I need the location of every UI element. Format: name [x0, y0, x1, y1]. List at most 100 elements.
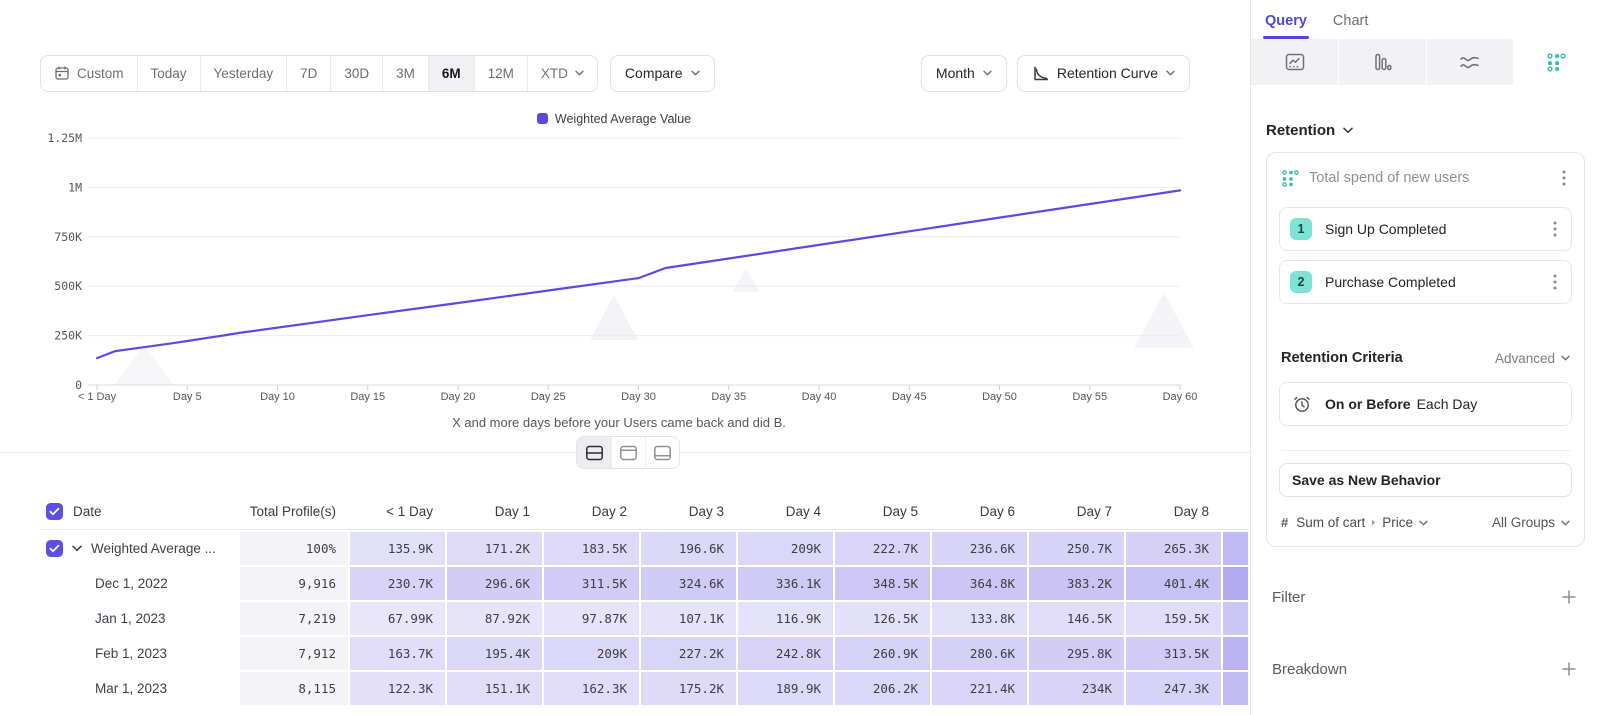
retention-value-cell[interactable]: 183.5K — [542, 532, 639, 565]
retention-value-cell[interactable]: 296.6K — [445, 567, 542, 600]
retention-value-cell[interactable]: 195.4K — [445, 637, 542, 670]
retention-value-cell[interactable]: 97.87K — [542, 602, 639, 635]
granularity-button[interactable]: Month — [921, 55, 1007, 92]
retention-value-cell[interactable]: 206.2K — [833, 672, 930, 705]
retention-value-cell[interactable]: 159.5K — [1124, 602, 1221, 635]
retention-line-chart[interactable]: 0250K500K750K1M1.25M< 1 DayDay 5Day 10Da… — [34, 130, 1204, 406]
retention-value-cell[interactable]: 189.9K — [736, 672, 833, 705]
retention-value-cell[interactable]: 209K — [736, 532, 833, 565]
toolbar-left-group: CustomTodayYesterday7D30D3M6M12MXTD Comp… — [40, 55, 715, 92]
expand-row-icon[interactable] — [72, 545, 82, 552]
chart-type-retention[interactable] — [1513, 39, 1600, 85]
behavior-step-2[interactable]: 2Purchase Completed — [1279, 260, 1572, 304]
retention-value-cell-clipped[interactable] — [1221, 602, 1248, 635]
retention-value-cell[interactable]: 313.5K — [1124, 637, 1221, 670]
header-checkbox[interactable] — [46, 503, 63, 520]
retention-value-cell[interactable]: 151.1K — [445, 672, 542, 705]
retention-value-cell[interactable]: 242.8K — [736, 637, 833, 670]
retention-value-cell[interactable]: 247.3K — [1124, 672, 1221, 705]
retention-value-cell[interactable]: 383.2K — [1027, 567, 1124, 600]
step-menu-button[interactable] — [1549, 219, 1561, 239]
total-profiles-cell[interactable]: 7,219 — [238, 602, 348, 635]
total-profiles-cell[interactable]: 100% — [238, 532, 348, 565]
retention-value-cell[interactable]: 234K — [1027, 672, 1124, 705]
retention-value-cell[interactable]: 227.2K — [639, 637, 736, 670]
chart-focus-view-toggle[interactable] — [611, 437, 645, 468]
range-xtd[interactable]: XTD — [527, 56, 597, 91]
retention-value-cell[interactable]: 196.6K — [639, 532, 736, 565]
range-today[interactable]: Today — [137, 56, 200, 91]
line-chart-icon — [1284, 51, 1306, 73]
criteria-mode-dropdown[interactable]: Advanced — [1495, 351, 1570, 366]
chart-style-button[interactable]: Retention Curve — [1017, 55, 1190, 92]
retention-value-cell[interactable]: 222.7K — [833, 532, 930, 565]
table-focus-view-toggle[interactable] — [645, 437, 679, 468]
retention-value-cell[interactable]: 171.2K — [445, 532, 542, 565]
behavior-step-1[interactable]: 1Sign Up Completed — [1279, 207, 1572, 251]
split-view-toggle[interactable] — [577, 437, 611, 468]
retention-value-cell[interactable]: 126.5K — [833, 602, 930, 635]
row-checkbox[interactable] — [46, 540, 63, 557]
range-custom[interactable]: Custom — [41, 56, 137, 91]
chart-type-bar-chart[interactable] — [1338, 39, 1425, 85]
retention-value-cell[interactable]: 135.9K — [348, 532, 445, 565]
timing-operator: On or Before — [1325, 396, 1411, 412]
range-yesterday[interactable]: Yesterday — [200, 56, 287, 91]
retention-value-cell[interactable]: 324.6K — [639, 567, 736, 600]
toolbar-right-group: Month Retention Curve — [921, 55, 1190, 92]
retention-value-cell[interactable]: 133.8K — [930, 602, 1027, 635]
total-profiles-cell[interactable]: 8,115 — [238, 672, 348, 705]
retention-value-cell[interactable]: 209K — [542, 637, 639, 670]
retention-value-cell[interactable]: 295.8K — [1027, 637, 1124, 670]
range-12m[interactable]: 12M — [474, 56, 527, 91]
retention-value-cell[interactable]: 107.1K — [639, 602, 736, 635]
retention-value-cell[interactable]: 122.3K — [348, 672, 445, 705]
behavior-menu-button[interactable] — [1558, 168, 1570, 188]
retention-timing-selector[interactable]: On or BeforeEach Day — [1279, 382, 1572, 426]
retention-value-cell[interactable]: 236.6K — [930, 532, 1027, 565]
retention-value-cell[interactable]: 87.92K — [445, 602, 542, 635]
retention-value-cell[interactable]: 163.7K — [348, 637, 445, 670]
range-30d[interactable]: 30D — [330, 56, 382, 91]
step-menu-button[interactable] — [1549, 272, 1561, 292]
retention-section-dropdown[interactable]: Retention — [1266, 121, 1585, 139]
weighted-average-line[interactable] — [97, 190, 1180, 358]
retention-value-cell[interactable]: 250.7K — [1027, 532, 1124, 565]
retention-value-cell[interactable]: 265.3K — [1124, 532, 1221, 565]
retention-value-cell-clipped[interactable] — [1221, 637, 1248, 670]
retention-value-cell[interactable]: 280.6K — [930, 637, 1027, 670]
range-6m[interactable]: 6M — [428, 56, 474, 91]
range-3m[interactable]: 3M — [382, 56, 428, 91]
retention-value-cell[interactable]: 230.7K — [348, 567, 445, 600]
compare-button[interactable]: Compare — [610, 55, 715, 92]
retention-value-cell[interactable]: 221.4K — [930, 672, 1027, 705]
retention-value-cell[interactable]: 364.8K — [930, 567, 1027, 600]
retention-value-cell-clipped[interactable] — [1221, 532, 1248, 565]
add-breakdown-button[interactable] — [1559, 659, 1579, 679]
groups-dropdown[interactable]: All Groups — [1492, 515, 1570, 530]
add-filter-button[interactable] — [1559, 587, 1579, 607]
chart-type-line-chart[interactable] — [1251, 39, 1338, 85]
tab-chart[interactable]: Chart — [1333, 13, 1368, 39]
chart-type-flow-chart[interactable] — [1426, 39, 1513, 85]
retention-value-cell[interactable]: 116.9K — [736, 602, 833, 635]
retention-value-cell-clipped[interactable] — [1221, 672, 1248, 705]
retention-value-cell[interactable]: 146.5K — [1027, 602, 1124, 635]
measure-dropdown[interactable]: Sum of cart Price — [1296, 515, 1428, 530]
table-header-cell: < 1 Day — [348, 504, 445, 519]
retention-value-cell[interactable]: 162.3K — [542, 672, 639, 705]
retention-value-cell[interactable]: 260.9K — [833, 637, 930, 670]
retention-value-cell[interactable]: 336.1K — [736, 567, 833, 600]
total-profiles-cell[interactable]: 9,916 — [238, 567, 348, 600]
retention-value-cell[interactable]: 175.2K — [639, 672, 736, 705]
chart-legend[interactable]: Weighted Average Value — [34, 112, 1194, 126]
retention-value-cell[interactable]: 348.5K — [833, 567, 930, 600]
retention-value-cell-clipped[interactable] — [1221, 567, 1248, 600]
save-as-new-behavior-button[interactable]: Save as New Behavior — [1279, 463, 1572, 497]
retention-value-cell[interactable]: 311.5K — [542, 567, 639, 600]
range-7d[interactable]: 7D — [286, 56, 330, 91]
tab-query[interactable]: Query — [1265, 13, 1307, 39]
retention-value-cell[interactable]: 67.99K — [348, 602, 445, 635]
total-profiles-cell[interactable]: 7,912 — [238, 637, 348, 670]
retention-value-cell[interactable]: 401.4K — [1124, 567, 1221, 600]
